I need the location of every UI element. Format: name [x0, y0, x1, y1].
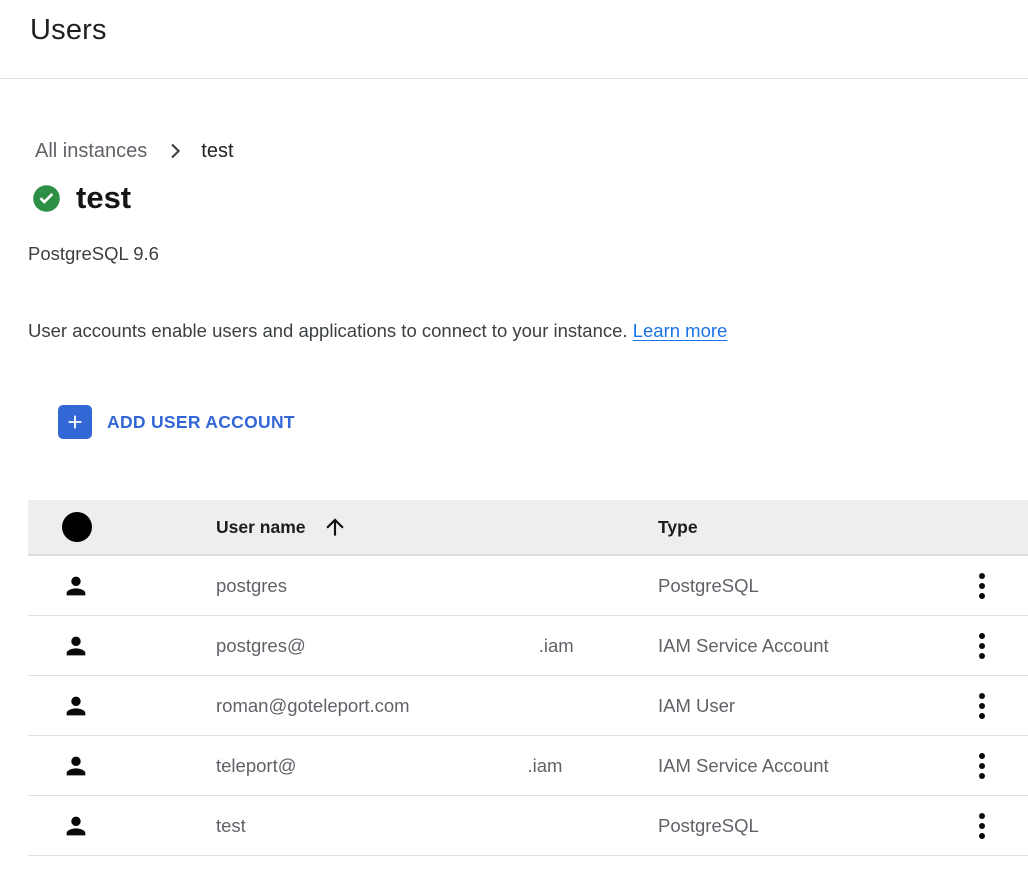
- breadcrumb-all-instances[interactable]: All instances: [35, 140, 147, 163]
- plus-icon: [58, 405, 92, 439]
- breadcrumb-current: test: [201, 140, 233, 163]
- header-icon-cell: [28, 512, 216, 542]
- column-header-user-name[interactable]: User name: [216, 514, 658, 540]
- person-icon: [28, 632, 216, 660]
- arrow-up-icon: [322, 514, 348, 540]
- app-header: Users: [0, 0, 1028, 79]
- description-text: User accounts enable users and applicati…: [28, 320, 628, 341]
- user-name-cell: postgres: [216, 575, 658, 597]
- kebab-menu-icon: [979, 693, 985, 699]
- kebab-menu-icon: [979, 573, 985, 579]
- user-type-cell: IAM Service Account: [658, 755, 948, 777]
- user-type-cell: PostgreSQL: [658, 575, 948, 597]
- check-circle-icon: [32, 184, 61, 213]
- users-description: User accounts enable users and applicati…: [28, 320, 1028, 342]
- person-icon: [28, 692, 216, 720]
- user-type-cell: IAM User: [658, 695, 948, 717]
- filled-circle-icon: [62, 512, 92, 542]
- kebab-menu-icon: [979, 633, 985, 639]
- row-menu-button[interactable]: [962, 686, 1002, 726]
- table-row: postgres@.iam IAM Service Account: [28, 616, 1028, 676]
- add-user-account-button[interactable]: ADD USER ACCOUNT: [58, 405, 295, 439]
- breadcrumb: All instances test: [28, 139, 1028, 163]
- person-icon: [28, 752, 216, 780]
- chevron-right-icon: [162, 139, 186, 163]
- user-name-cell: test: [216, 815, 658, 837]
- redacted-text: [306, 651, 539, 652]
- table-row: teleport@.iam IAM Service Account: [28, 736, 1028, 796]
- row-menu-button[interactable]: [962, 806, 1002, 846]
- row-menu-button[interactable]: [962, 566, 1002, 606]
- column-header-type[interactable]: Type: [658, 517, 948, 538]
- redacted-text: [297, 771, 528, 772]
- table-row: postgres PostgreSQL: [28, 556, 1028, 616]
- user-name-cell: teleport@.iam: [216, 755, 658, 777]
- add-user-account-label: ADD USER ACCOUNT: [107, 412, 295, 433]
- row-menu-button[interactable]: [962, 626, 1002, 666]
- learn-more-link[interactable]: Learn more: [633, 320, 728, 341]
- user-type-cell: IAM Service Account: [658, 635, 948, 657]
- user-type-cell: PostgreSQL: [658, 815, 948, 837]
- user-name-cell: postgres@.iam: [216, 635, 658, 657]
- user-name-cell: roman@goteleport.com: [216, 695, 658, 717]
- users-table: User name Type postgres PostgreSQL: [28, 500, 1028, 856]
- table-row: roman@goteleport.com IAM User: [28, 676, 1028, 736]
- kebab-menu-icon: [979, 753, 985, 759]
- kebab-menu-icon: [979, 813, 985, 819]
- instance-heading: test: [28, 180, 1028, 216]
- person-icon: [28, 572, 216, 600]
- row-menu-button[interactable]: [962, 746, 1002, 786]
- table-row: test PostgreSQL: [28, 796, 1028, 856]
- instance-name: test: [76, 180, 131, 216]
- page-title: Users: [30, 14, 1028, 47]
- person-icon: [28, 812, 216, 840]
- main-content: All instances test test PostgreSQL 9.6 U…: [0, 139, 1028, 856]
- instance-version: PostgreSQL 9.6: [28, 243, 1028, 265]
- table-header-row: User name Type: [28, 500, 1028, 556]
